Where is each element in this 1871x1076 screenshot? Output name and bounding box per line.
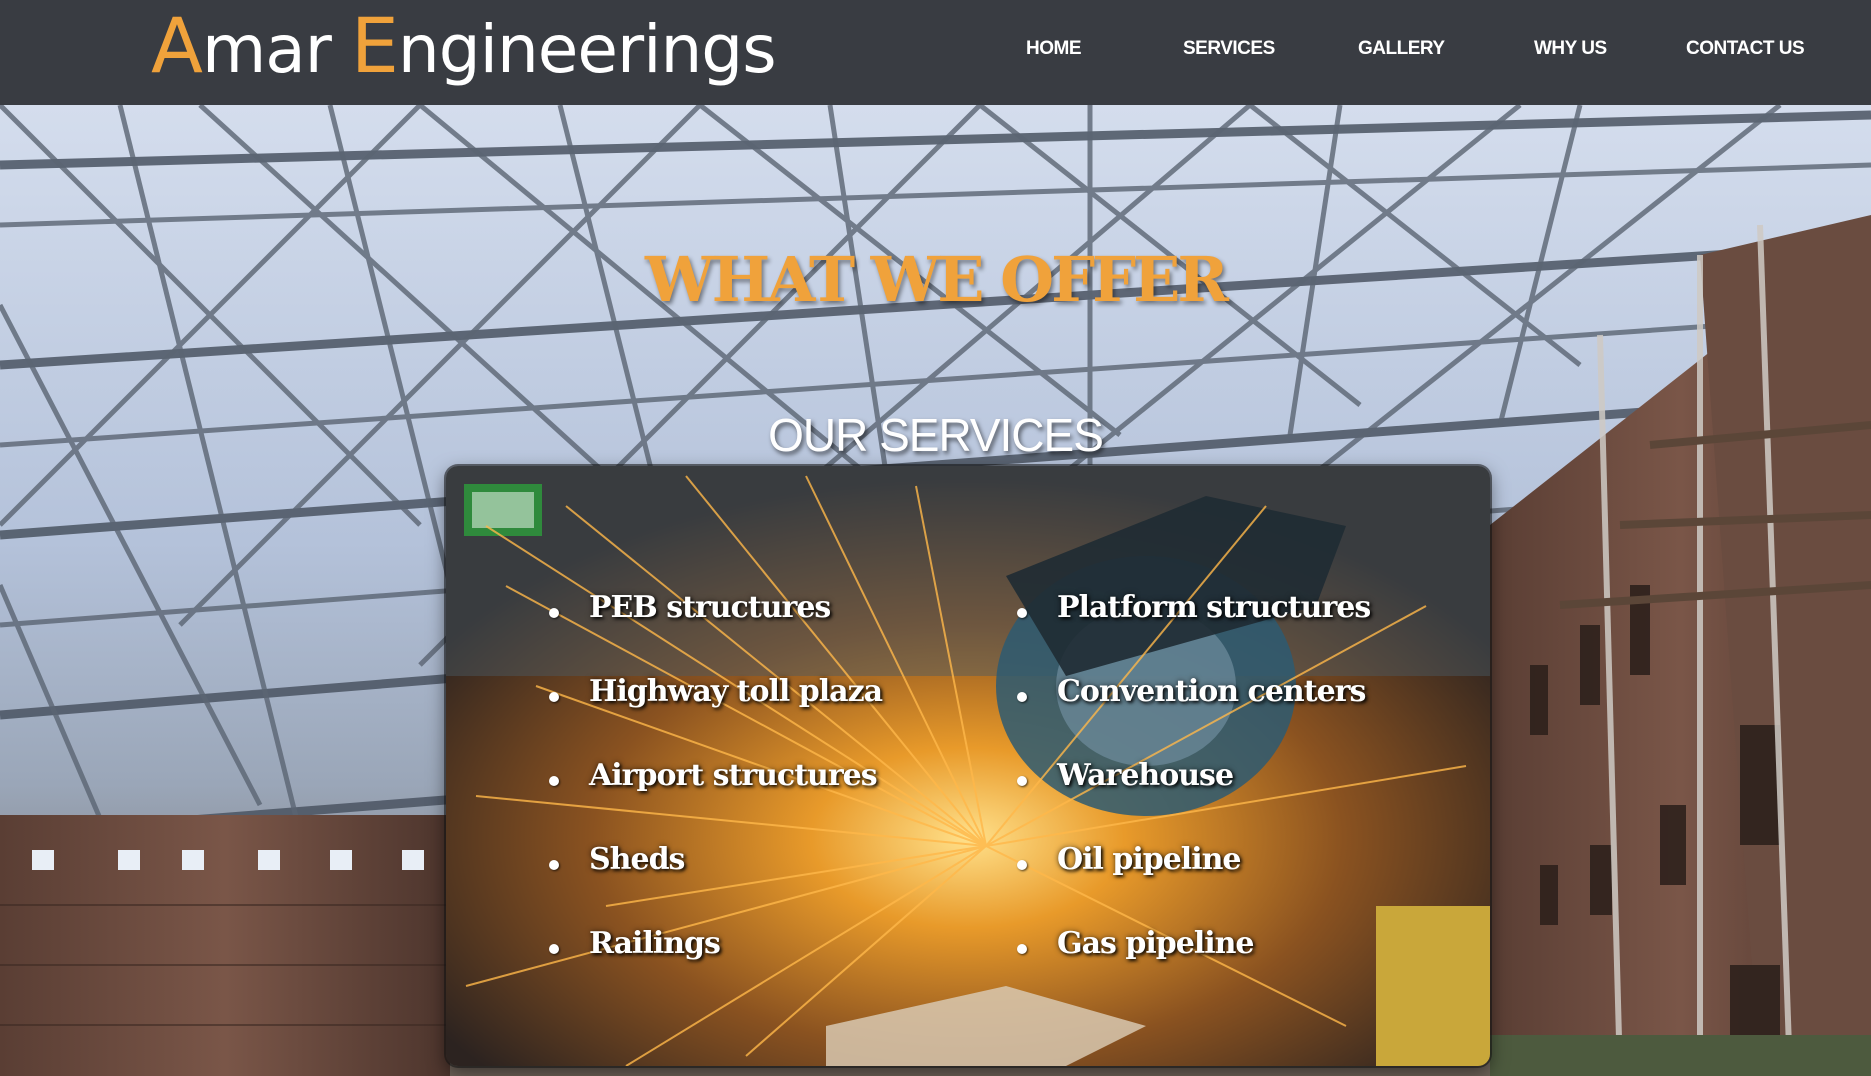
bullet-icon: [549, 776, 559, 786]
service-label: Gas pipeline: [1057, 926, 1255, 961]
services-card: PEB structures Highway toll plaza Airpor…: [446, 466, 1490, 1066]
bullet-icon: [549, 944, 559, 954]
service-label: Airport structures: [589, 758, 878, 793]
our-services-heading: OUR SERVICES: [768, 409, 1104, 461]
service-label: Platform structures: [1057, 590, 1371, 625]
bullet-icon: [1017, 944, 1027, 954]
service-label: Sheds: [589, 842, 685, 877]
bullet-icon: [1017, 776, 1027, 786]
nav-home[interactable]: HOME: [1026, 38, 1082, 60]
bullet-icon: [549, 692, 559, 702]
nav-contact-us[interactable]: CONTACT US: [1686, 38, 1805, 60]
service-label: Railings: [589, 926, 721, 961]
what-we-offer-heading: WHAT WE OFFER: [645, 243, 1229, 316]
nav-why-us[interactable]: WHY US: [1534, 38, 1607, 60]
bullet-icon: [1017, 692, 1027, 702]
service-label: Warehouse: [1057, 758, 1234, 793]
bullet-icon: [549, 608, 559, 618]
bullet-icon: [1017, 860, 1027, 870]
nav-menu: HOME SERVICES GALLERY WHY US CONTACT US: [0, 0, 1871, 105]
service-label: PEB structures: [589, 590, 831, 625]
bullet-icon: [549, 860, 559, 870]
service-label: Oil pipeline: [1057, 842, 1241, 877]
service-label: Highway toll plaza: [589, 674, 883, 709]
nav-services[interactable]: SERVICES: [1183, 38, 1275, 60]
hero-section: WHAT WE OFFER OUR SERVICES PEB structure…: [0, 105, 1871, 1076]
service-label: Convention centers: [1057, 674, 1366, 709]
bullet-icon: [1017, 608, 1027, 618]
top-navbar: Amar Engineerings HOME SERVICES GALLERY …: [0, 0, 1871, 105]
nav-gallery[interactable]: GALLERY: [1358, 38, 1445, 60]
